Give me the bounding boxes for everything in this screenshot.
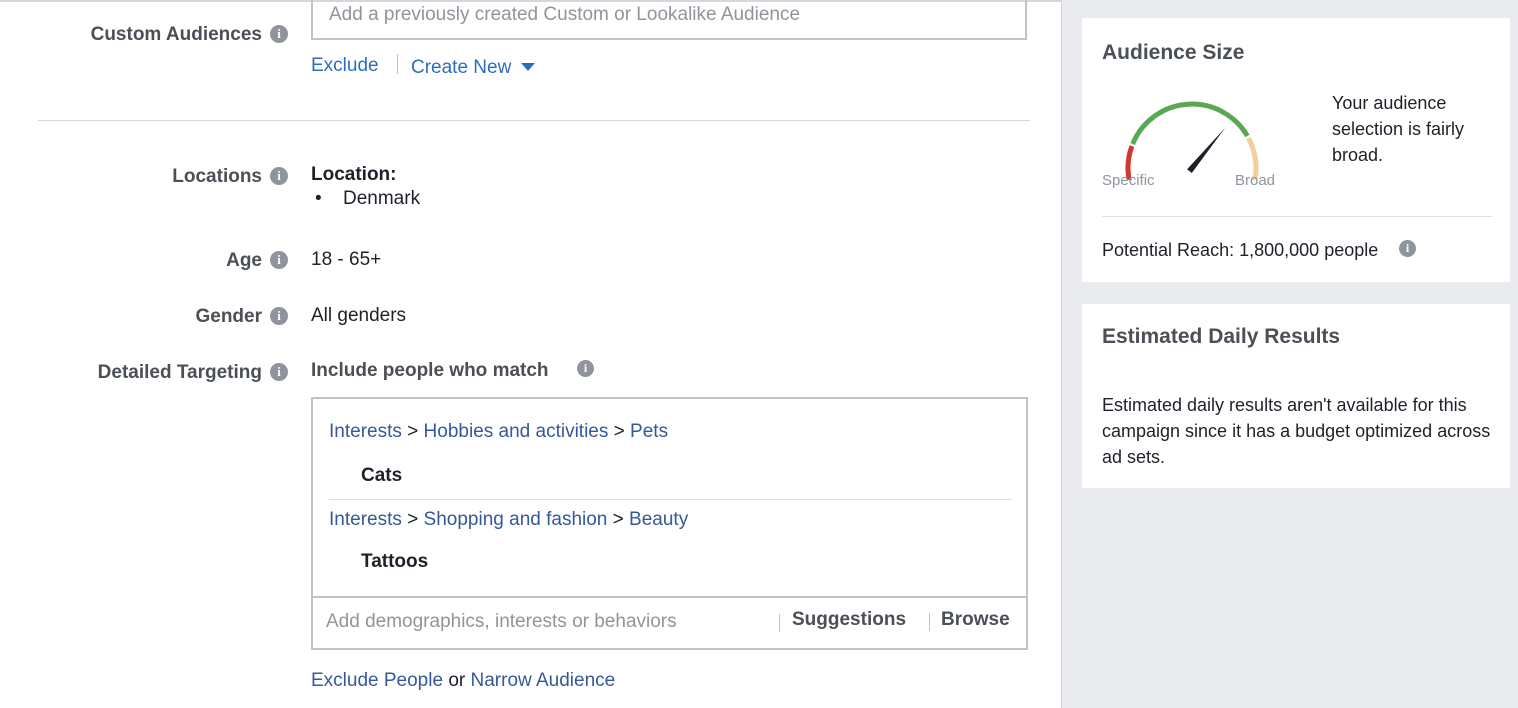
- audience-gauge: [1125, 101, 1259, 180]
- targeting-path-2: Interests > Shopping and fashion > Beaut…: [329, 509, 688, 531]
- suggestions-button[interactable]: Suggestions: [792, 609, 906, 631]
- include-people-label: Include people who match: [311, 360, 549, 381]
- gender-label: Gender: [195, 306, 262, 327]
- gauge-needle: [1187, 127, 1226, 173]
- gauge-specific-label: Specific: [1102, 172, 1155, 189]
- section-divider: [38, 120, 1030, 121]
- gauge-broad-label: Broad: [1235, 172, 1276, 189]
- location-heading: Location:: [311, 164, 397, 185]
- include-people-info-icon[interactable]: i: [577, 360, 594, 377]
- targeting-panel: Custom Audiences i Add a previously crea…: [0, 0, 1062, 708]
- age-value[interactable]: 18 - 65+: [311, 249, 381, 271]
- exclude-link[interactable]: Exclude: [311, 55, 379, 77]
- targeting-path-1: Interests > Hobbies and activities > Pet…: [329, 421, 668, 443]
- targeting-item-tattoos[interactable]: Tattoos: [361, 551, 428, 573]
- create-new-label: Create New: [411, 57, 512, 78]
- locations-label: Locations: [172, 166, 262, 187]
- reach-value: 1,800,000 people: [1239, 240, 1379, 260]
- path-link-shopping[interactable]: Shopping and fashion: [424, 509, 608, 530]
- estimated-results-text: Estimated daily results aren't available…: [1102, 395, 1491, 467]
- path-link-beauty[interactable]: Beauty: [629, 509, 688, 530]
- gender-info-icon[interactable]: i: [270, 307, 288, 325]
- potential-reach: Potential Reach: 1,800,000 people: [1102, 240, 1378, 261]
- detailed-targeting-info-icon[interactable]: i: [270, 363, 288, 381]
- targeting-divider: [329, 499, 1012, 500]
- path-separator: >: [613, 421, 625, 442]
- detailed-targeting-input[interactable]: Add demographics, interests or behaviors: [326, 611, 677, 633]
- create-new-dropdown[interactable]: Create New: [411, 57, 535, 79]
- button-divider: [929, 613, 930, 631]
- exclude-people-link[interactable]: Exclude People: [311, 670, 443, 691]
- or-text: or: [448, 670, 466, 691]
- targeting-item-cats[interactable]: Cats: [361, 465, 402, 487]
- custom-audience-input[interactable]: Add a previously created Custom or Looka…: [311, 0, 1027, 40]
- path-separator: >: [612, 509, 624, 530]
- locations-info-icon[interactable]: i: [270, 167, 288, 185]
- location-item-text: Denmark: [343, 188, 421, 209]
- estimated-results-card: Estimated Daily Results Estimated daily …: [1082, 304, 1510, 488]
- path-link-hobbies[interactable]: Hobbies and activities: [424, 421, 609, 442]
- narrow-audience-link[interactable]: Narrow Audience: [471, 670, 616, 691]
- audience-size-title: Audience Size: [1102, 41, 1245, 64]
- path-link-pets[interactable]: Pets: [630, 421, 668, 442]
- bullet: •: [315, 188, 322, 209]
- card-divider: [1102, 216, 1492, 217]
- detailed-targeting-label: Detailed Targeting: [97, 362, 262, 383]
- audience-description: Your audience selection is fairly broad.: [1332, 93, 1465, 165]
- detailed-targeting-box: Interests > Hobbies and activities > Pet…: [311, 397, 1028, 650]
- reach-label: Potential Reach:: [1102, 240, 1235, 260]
- custom-audiences-info-icon[interactable]: i: [270, 25, 288, 43]
- estimated-results-title: Estimated Daily Results: [1102, 325, 1341, 348]
- path-separator: >: [407, 421, 419, 442]
- input-divider: [779, 614, 780, 632]
- link-divider: [397, 54, 398, 74]
- browse-button[interactable]: Browse: [941, 609, 1010, 631]
- gender-value[interactable]: All genders: [311, 305, 406, 327]
- location-item: • Denmark: [315, 188, 420, 210]
- reach-info-icon[interactable]: i: [1399, 240, 1416, 257]
- audience-size-card: Audience Size Specific Broad Your audien…: [1082, 18, 1510, 282]
- custom-audiences-label: Custom Audiences: [90, 24, 262, 45]
- path-link-interests[interactable]: Interests: [329, 509, 402, 530]
- caret-down-icon: [520, 63, 535, 72]
- path-separator: >: [407, 509, 419, 530]
- age-label: Age: [226, 250, 262, 271]
- age-info-icon[interactable]: i: [270, 251, 288, 269]
- detailed-targeting-input-row: Add demographics, interests or behaviors…: [313, 596, 1026, 648]
- exclude-narrow-row: Exclude People or Narrow Audience: [311, 670, 615, 692]
- path-link-interests[interactable]: Interests: [329, 421, 402, 442]
- gauge-arc-middle: [1130, 101, 1250, 145]
